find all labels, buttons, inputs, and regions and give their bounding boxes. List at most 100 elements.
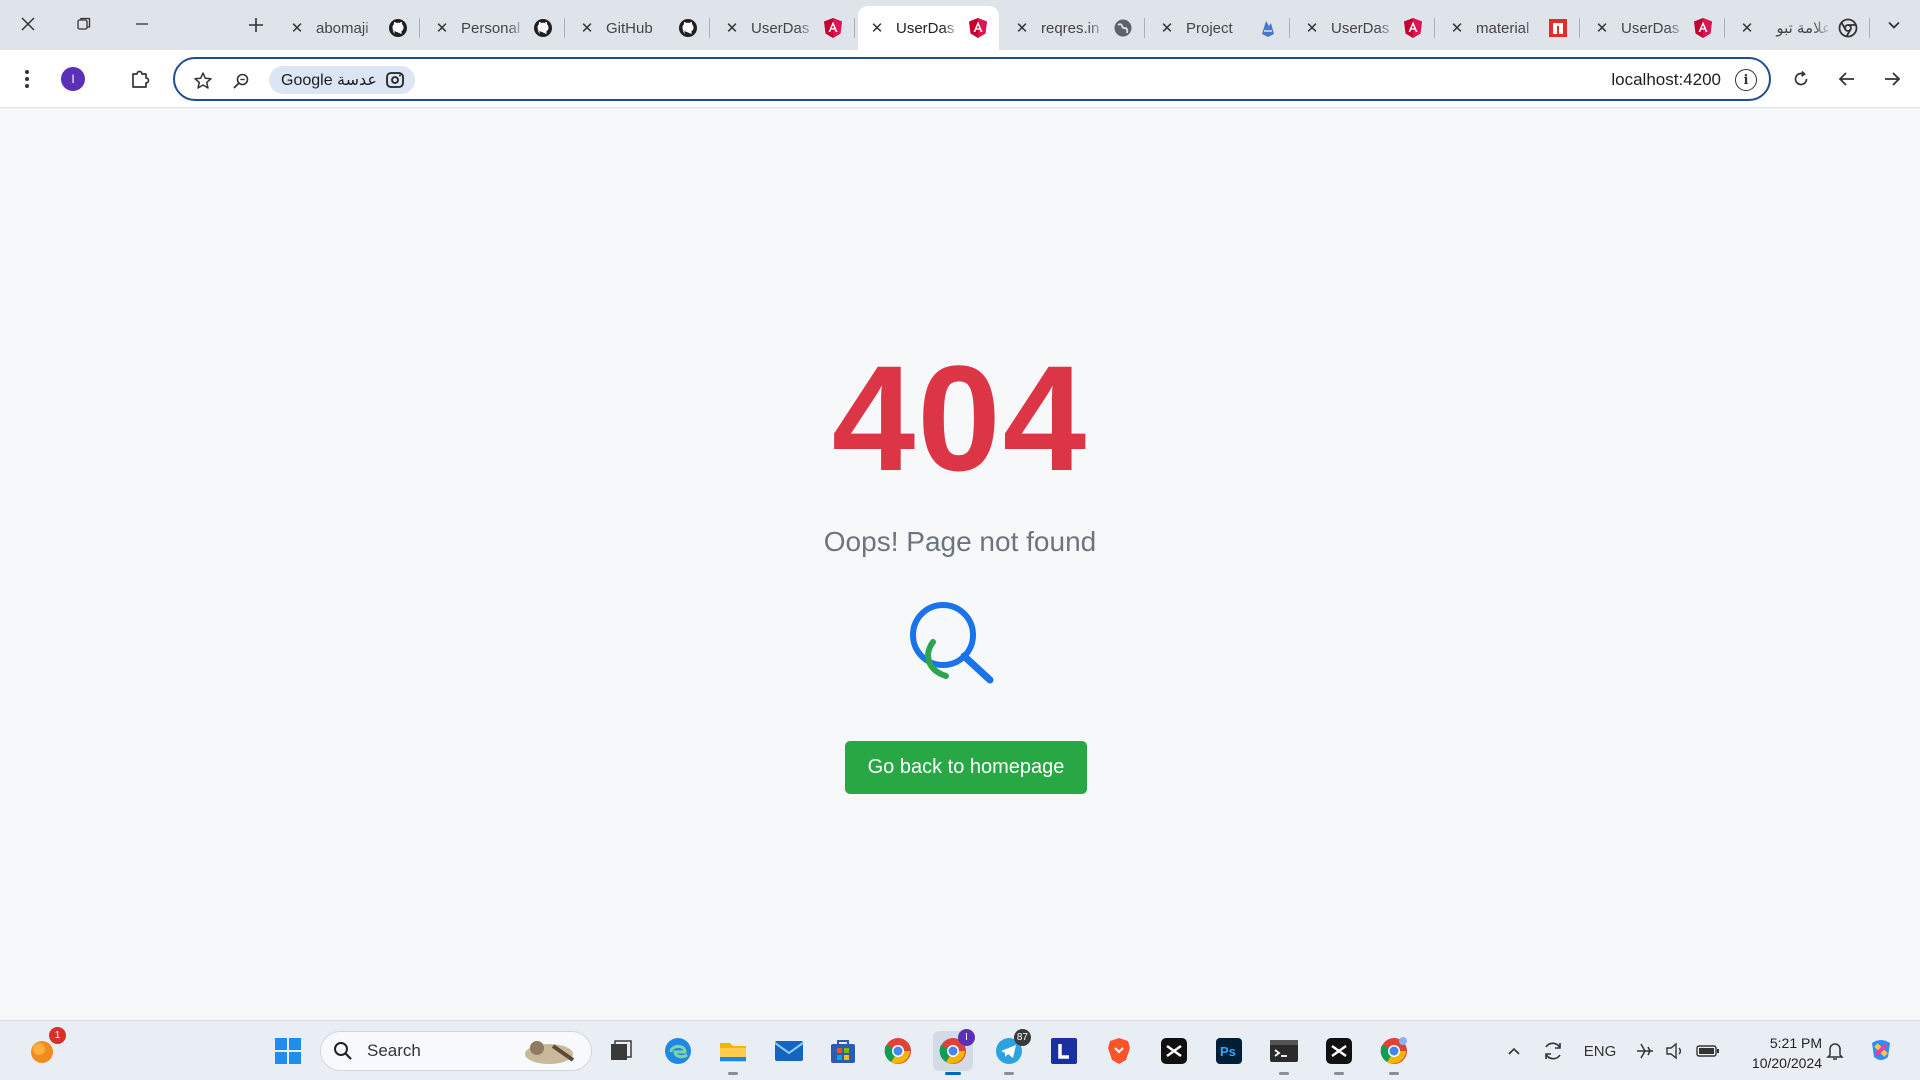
- tab[interactable]: ✕ GitHub: [568, 6, 710, 50]
- terminal-icon: [1270, 1040, 1298, 1062]
- tab-title: material: [1476, 19, 1530, 37]
- error-message: Oops! Page not found: [823, 526, 1097, 557]
- taskbar-photoshop[interactable]: Ps: [1209, 1031, 1249, 1071]
- extensions-button[interactable]: [124, 62, 158, 96]
- search-icon: [334, 1042, 352, 1060]
- tab-close-icon[interactable]: ✕: [1448, 19, 1466, 37]
- widgets-button[interactable]: 1: [22, 1027, 66, 1071]
- google-lens-chip[interactable]: Google عدسة: [269, 66, 415, 94]
- taskbar-terminal[interactable]: [1264, 1031, 1304, 1075]
- tab-close-icon[interactable]: ✕: [868, 19, 886, 37]
- tab-title: Personal: [461, 19, 521, 37]
- tab-close-icon[interactable]: ✕: [1303, 19, 1321, 37]
- profile-avatar[interactable]: I: [61, 67, 85, 91]
- tab-close-icon[interactable]: ✕: [433, 19, 451, 37]
- taskbar-store[interactable]: [823, 1031, 863, 1071]
- close-window-button[interactable]: [8, 6, 48, 42]
- restore-window-button[interactable]: [64, 6, 104, 42]
- speaker-icon: [1666, 1042, 1681, 1060]
- battery-tray-button[interactable]: [1694, 1039, 1722, 1063]
- tab[interactable]: ✕ UserDas: [713, 6, 855, 50]
- taskbar-chrome[interactable]: [878, 1031, 918, 1071]
- magnifier-icon: [233, 73, 249, 89]
- new-tab-button[interactable]: [240, 10, 272, 40]
- taskbar-chrome-canary[interactable]: [1374, 1031, 1414, 1075]
- show-hidden-icons-button[interactable]: [1502, 1039, 1526, 1063]
- tab[interactable]: ✕ علامة تبو: [1728, 6, 1870, 50]
- clock[interactable]: 5:21 PM 10/20/2024: [1732, 1033, 1822, 1073]
- taskbar-search[interactable]: Search: [320, 1031, 592, 1071]
- address-bar[interactable]: Google عدسة localhost:4200 i: [173, 57, 1771, 101]
- tab[interactable]: ✕ Project: [1148, 6, 1290, 50]
- tab[interactable]: ✕ abomaji: [278, 6, 420, 50]
- language-indicator[interactable]: ENG: [1582, 1039, 1618, 1063]
- l-app-icon: [1051, 1038, 1077, 1064]
- puzzle-icon: [132, 70, 150, 88]
- tab-separator: [1144, 18, 1145, 38]
- start-button[interactable]: [268, 1031, 308, 1071]
- firebase-icon: [1257, 17, 1279, 39]
- tab[interactable]: ✕ UserDas: [1583, 6, 1725, 50]
- star-icon: [194, 72, 212, 89]
- taskbar-l-app[interactable]: [1044, 1031, 1084, 1071]
- tab-close-icon[interactable]: ✕: [1593, 19, 1611, 37]
- capcut-icon: [1326, 1038, 1352, 1064]
- url-text: localhost:4200: [1611, 70, 1721, 89]
- airplane-tray-button[interactable]: [1632, 1039, 1658, 1063]
- store-icon: [831, 1040, 855, 1063]
- tab[interactable]: ✕ Personal: [423, 6, 565, 50]
- tab-close-icon[interactable]: ✕: [1738, 19, 1756, 37]
- back-button[interactable]: [1830, 62, 1864, 96]
- tab-close-icon[interactable]: ✕: [578, 19, 596, 37]
- tab-search-button[interactable]: [1878, 10, 1910, 40]
- tab[interactable]: ✕ reqres.in: [1003, 6, 1145, 50]
- chrome-profile-badge: I: [958, 1029, 975, 1046]
- taskbar-capcut-2[interactable]: [1319, 1031, 1359, 1075]
- telegram-badge: 87: [1013, 1029, 1031, 1046]
- taskbar-file-explorer[interactable]: [713, 1031, 753, 1075]
- tab-separator: [1724, 18, 1725, 38]
- copilot-button[interactable]: [1864, 1033, 1898, 1067]
- material-icon: [1547, 17, 1569, 39]
- taskbar-chrome-profile[interactable]: I: [933, 1029, 975, 1075]
- tab[interactable]: ✕ UserDas: [1293, 6, 1435, 50]
- tab-close-icon[interactable]: ✕: [288, 19, 306, 37]
- widgets-badge: 1: [49, 1027, 66, 1044]
- bell-icon: [1826, 1043, 1844, 1060]
- clock-date: 10/20/2024: [1751, 1055, 1822, 1071]
- taskbar-capcut-1[interactable]: [1154, 1031, 1194, 1071]
- forward-button[interactable]: [1875, 62, 1909, 96]
- tab-title: UserDas: [1621, 19, 1680, 37]
- tab[interactable]: ✕ material: [1438, 6, 1580, 50]
- github-icon: [532, 17, 554, 39]
- lens-label: Google عدسة: [281, 72, 377, 89]
- reload-button[interactable]: [1784, 62, 1818, 96]
- bookmark-button[interactable]: [189, 67, 217, 95]
- taskbar-telegram[interactable]: 87: [989, 1029, 1031, 1075]
- chevron-up-icon: [1508, 1047, 1520, 1055]
- menu-button[interactable]: [10, 62, 44, 96]
- tab-close-icon[interactable]: ✕: [1013, 19, 1031, 37]
- go-home-button[interactable]: Go back to homepage: [845, 741, 1087, 794]
- taskbar-mail[interactable]: [769, 1031, 809, 1071]
- notifications-button[interactable]: [1822, 1039, 1848, 1063]
- taskbar-brave[interactable]: [1099, 1031, 1139, 1071]
- folder-icon: [720, 1043, 746, 1062]
- tab-separator: [564, 18, 565, 38]
- tab-active[interactable]: ✕ UserDas: [858, 6, 999, 50]
- chrome-icon: [884, 1038, 911, 1064]
- sync-tray-button[interactable]: [1538, 1039, 1568, 1063]
- tab-title: UserDas: [896, 19, 955, 37]
- zoom-button[interactable]: [227, 67, 255, 95]
- tab-close-icon[interactable]: ✕: [723, 19, 741, 37]
- task-view-button[interactable]: [601, 1031, 641, 1071]
- site-info-icon[interactable]: i: [1735, 69, 1757, 91]
- tab-close-icon[interactable]: ✕: [1158, 19, 1176, 37]
- angular-icon: [822, 17, 844, 39]
- taskbar-edge[interactable]: [658, 1031, 698, 1071]
- tab-title: علامة تبو: [1776, 20, 1831, 37]
- tab-strip: ✕ abomaji ✕ Personal ✕ GitHub ✕ UserDas ✕ UserDas…: [0, 0, 1920, 50]
- tab-separator: [709, 18, 710, 38]
- minimize-window-button[interactable]: [122, 6, 162, 42]
- volume-tray-button[interactable]: [1662, 1039, 1688, 1063]
